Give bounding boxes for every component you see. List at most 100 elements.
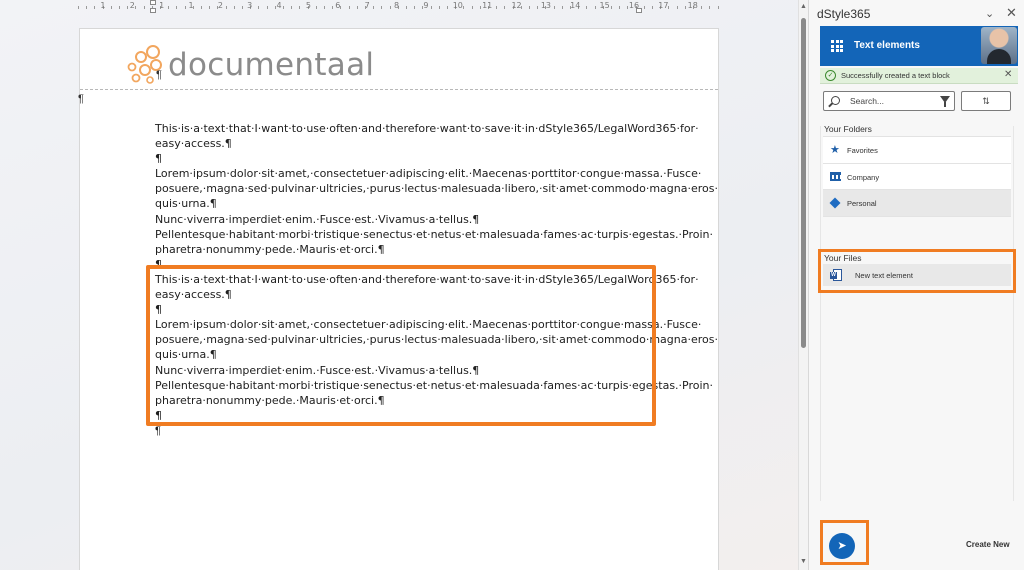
ruler-tick [258, 6, 260, 9]
ruler-tick [324, 6, 325, 9]
header-title: Text elements [854, 40, 920, 51]
ruler-tick [332, 6, 334, 9]
dstyle365-task-pane: dStyle365 ⌄ ✕ Text elements ✓ Successful… [808, 0, 1024, 570]
ruler-tick [119, 6, 120, 9]
text-block-original[interactable]: This·is·a·text·that·I·want·to·use·often·… [155, 121, 718, 272]
notification-close-icon[interactable]: ✕ [1004, 69, 1012, 80]
ruler-number: 2 [129, 1, 135, 10]
ruler-tick [389, 6, 391, 9]
scrollbar-thumb[interactable] [801, 18, 806, 348]
filter-icon[interactable] [940, 96, 950, 107]
files-highlight [818, 249, 1016, 293]
ruler-tick [127, 6, 129, 9]
ruler-tick [242, 6, 243, 9]
ruler-tick [143, 6, 145, 9]
search-input[interactable] [850, 95, 930, 107]
ruler-number: 17 [658, 1, 669, 10]
paragraph-mark: ¶ [78, 93, 84, 105]
ruler-number: 10 [452, 1, 463, 10]
check-circle-icon: ✓ [825, 70, 836, 81]
ruler-tick [668, 6, 670, 9]
ruler-tick [561, 6, 563, 9]
ruler-number: 18 [687, 1, 698, 10]
success-notification: ✓ Successfully created a text block ✕ [820, 68, 1018, 84]
ruler-tick [438, 6, 440, 9]
ruler-number: 3 [247, 1, 253, 10]
bank-icon [830, 171, 841, 183]
ruler-tick [86, 6, 88, 9]
text-line: pharetra·nonummy·pede.·Mauris·et·orci.¶ [155, 242, 385, 256]
ruler-number: 6 [335, 1, 341, 10]
ruler-tick [135, 6, 137, 9]
indent-marker-icon[interactable] [150, 8, 156, 13]
scroll-down-icon[interactable]: ▼ [800, 558, 807, 565]
header-pilcrow: ¶ [156, 69, 162, 81]
ruler-tick [676, 6, 678, 9]
text-line: easy·access.¶ [155, 137, 232, 151]
company-logo: documentaal [126, 43, 374, 85]
ruler-number: 11 [482, 1, 493, 10]
ruler-tick [356, 6, 358, 9]
ruler-tick [496, 6, 498, 9]
document-scrollbar[interactable]: ▲ ▼ [798, 0, 808, 570]
ruler-number: 13 [540, 1, 551, 10]
ruler-tick [537, 6, 539, 9]
ruler-number: 5 [305, 1, 311, 10]
ruler-tick [209, 6, 211, 9]
ruler-tick [479, 6, 481, 9]
text-line: posuere,·magna·sed·pulvinar·ultricies,·p… [155, 182, 718, 196]
ruler-tick [611, 6, 612, 9]
app-launcher-icon[interactable] [831, 40, 843, 52]
page-header[interactable]: documentaal ¶ [80, 29, 718, 90]
ruler-number: 7 [364, 1, 370, 10]
ruler-tick [233, 6, 235, 9]
your-folders-label: Your Folders [824, 124, 872, 134]
ruler-tick [643, 6, 645, 9]
text-line: Pellentesque·habitant·morbi·tristique·se… [155, 227, 714, 241]
ruler-tick [110, 6, 112, 9]
ruler-tick [447, 6, 448, 9]
ruler-tick [594, 6, 596, 9]
folder-company[interactable]: Company [823, 163, 1011, 190]
cube-icon [829, 197, 841, 209]
ruler-number: 1 [159, 1, 165, 10]
ruler-tick [619, 6, 621, 9]
scroll-up-icon[interactable]: ▲ [800, 3, 807, 10]
ruler-tick [340, 6, 342, 9]
indent-marker-icon[interactable] [636, 8, 642, 13]
ruler-number: 9 [423, 1, 429, 10]
ruler-tick [684, 6, 686, 9]
pane-close-icon[interactable]: ✕ [1006, 5, 1017, 21]
ruler-tick [504, 6, 506, 9]
user-avatar[interactable] [981, 27, 1017, 64]
pane-divider [1013, 126, 1014, 501]
folder-personal[interactable]: Personal [823, 190, 1011, 217]
ruler-tick [299, 6, 301, 9]
ruler-tick [283, 6, 284, 9]
star-icon: ★ [830, 144, 840, 156]
ruler-tick [78, 6, 79, 9]
create-new-button[interactable]: Create New [966, 540, 1010, 549]
ruler-number: 4 [276, 1, 282, 10]
folder-label: Favorites [847, 146, 878, 155]
pane-title: dStyle365 [817, 7, 871, 21]
search-box[interactable] [823, 91, 955, 111]
ruler-tick [471, 6, 473, 9]
ruler-tick [414, 6, 416, 9]
logo-wordmark: documentaal [168, 47, 375, 83]
horizontal-ruler[interactable]: 1 2 1 1 2 3 4 5 6 7 8 9 10 11 12 13 14 15 16 17 18 [74, 0, 720, 14]
ruler-tick [463, 6, 465, 9]
folder-favorites[interactable]: ★ Favorites [823, 137, 1011, 164]
ruler-tick [315, 6, 317, 9]
send-button-highlight [820, 520, 869, 565]
sort-button[interactable]: ⇅ [961, 91, 1011, 111]
ruler-number: 1 [100, 1, 106, 10]
text-line: This·is·a·text·that·I·want·to·use·often·… [155, 122, 699, 135]
ruler-number: 1 [188, 1, 194, 10]
text-line: Nunc·viverra·imperdiet·enim.·Fusce·est.·… [155, 212, 480, 226]
ruler-number: 14 [570, 1, 581, 10]
indent-marker-icon[interactable] [150, 0, 156, 5]
ruler-tick [586, 6, 588, 9]
ruler-tick [373, 6, 375, 9]
pane-options-chevron-icon[interactable]: ⌄ [985, 7, 994, 20]
